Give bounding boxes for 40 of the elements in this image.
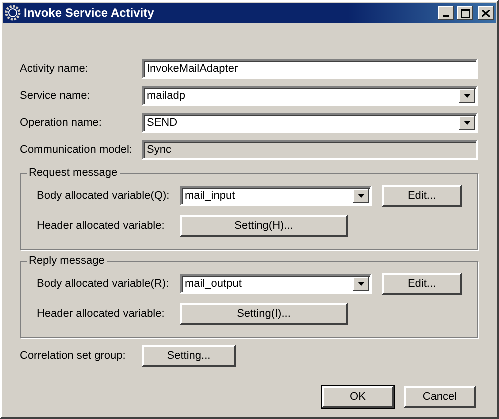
field-label: Body allocated variable(Q): [37,190,171,202]
edit-button[interactable]: Edit... [382,185,462,207]
gear-icon [5,5,21,21]
field-label: Body allocated variable(R): [37,278,170,290]
maximize-icon [460,8,470,18]
text-field[interactable]: InvokeMailAdapter [142,59,478,79]
field-value: Sync [147,144,172,156]
field-value: mailadp [147,90,186,102]
field-label: Communication model: [20,144,134,156]
field-label: Header allocated variable: [37,220,166,232]
edit-button[interactable]: Edit... [382,273,462,295]
dialog-button[interactable]: Cancel [404,386,476,408]
window-title: Invoke Service Activity [24,6,156,20]
dropdown-field[interactable]: mail_input [180,186,372,206]
field-label: Activity name: [20,63,90,75]
setting-button[interactable]: Setting... [142,345,236,367]
minimize-button[interactable] [438,6,454,20]
dropdown-field[interactable]: SEND [142,113,478,133]
field-value: mail_input [185,190,236,202]
group-title: Request message [28,167,119,179]
dropdown-field[interactable]: mailadp [142,86,478,106]
dropdown-arrow-icon [464,94,470,98]
group-title: Reply message [28,255,106,267]
field-label: Operation name: [20,117,103,129]
close-icon [482,10,490,16]
dialog-button[interactable]: OK [322,386,394,408]
dropdown-arrow-icon [358,194,364,198]
maximize-button[interactable] [457,6,473,20]
field-label: Correlation set group: [20,350,127,362]
setting-button[interactable]: Setting(I)... [180,303,348,325]
field-label: Header allocated variable: [37,308,166,320]
dropdown-arrow-icon [464,121,470,125]
close-button[interactable] [478,6,494,20]
field-value: InvokeMailAdapter [147,63,238,75]
dropdown-arrow-icon [358,282,364,286]
setting-button[interactable]: Setting(H)... [180,215,348,237]
dropdown-field[interactable]: mail_output [180,274,372,294]
field-label: Service name: [20,90,92,102]
field-value: mail_output [185,278,242,290]
field-value: SEND [147,117,178,129]
